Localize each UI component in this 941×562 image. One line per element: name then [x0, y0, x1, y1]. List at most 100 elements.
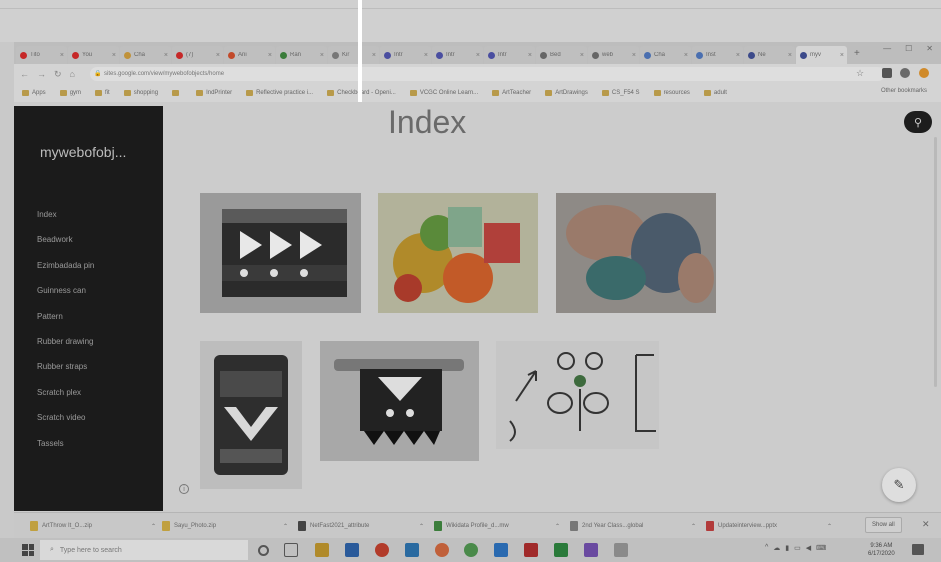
task-view-icon[interactable]: [284, 543, 298, 557]
minimize-icon[interactable]: —: [883, 44, 891, 53]
nav-item-tassels[interactable]: Tassels: [37, 439, 94, 464]
forward-icon[interactable]: →: [37, 69, 46, 79]
download-item[interactable]: Sayu_Photo.zip ⌃: [162, 518, 288, 534]
back-icon[interactable]: ←: [20, 69, 29, 79]
avatar[interactable]: [900, 68, 910, 78]
nav-item-index[interactable]: Index: [37, 210, 94, 235]
browser-tab[interactable]: Ne ×: [744, 46, 795, 64]
bookmark-item[interactable]: ArtTeacher: [492, 90, 531, 96]
show-all-button[interactable]: Show all: [865, 517, 902, 533]
colorful-beads-image[interactable]: [378, 193, 538, 313]
new-tab-icon[interactable]: +: [848, 48, 860, 59]
tab-close-icon[interactable]: ×: [268, 52, 275, 59]
network-icon[interactable]: ▮: [785, 544, 789, 552]
bookmark-item[interactable]: adult: [703, 90, 727, 96]
tab-close-icon[interactable]: ×: [60, 52, 67, 59]
download-item[interactable]: Wikidata Profile_d...mw ⌃: [434, 518, 560, 534]
bookmark-item[interactable]: Reflective practice i...: [246, 90, 313, 96]
info-icon[interactable]: i: [179, 484, 189, 494]
other-bookmarks[interactable]: Other bookmarks: [881, 88, 927, 94]
search-icon[interactable]: ⚲: [904, 111, 932, 133]
browser-tab[interactable]: Kir ×: [328, 46, 379, 64]
browser-tab[interactable]: Ani ×: [224, 46, 275, 64]
tab-close-icon[interactable]: ×: [164, 52, 171, 59]
bookmark-item[interactable]: gym: [59, 90, 81, 96]
tab-close-icon[interactable]: ×: [736, 52, 743, 59]
tab-close-icon[interactable]: ×: [372, 52, 379, 59]
taskbar-search-input[interactable]: ⌕ Type here to search: [40, 540, 248, 560]
excel-icon[interactable]: [554, 543, 568, 557]
star-icon[interactable]: ☆: [856, 68, 866, 78]
chrome-icon[interactable]: [464, 543, 478, 557]
bookmark-item[interactable]: resources: [653, 90, 690, 96]
tab-close-icon[interactable]: ×: [216, 52, 223, 59]
ezimbadada-pin-image[interactable]: [320, 341, 479, 461]
teams-icon[interactable]: [584, 543, 598, 557]
bookmark-item[interactable]: IndPrinter: [196, 90, 232, 96]
word-icon[interactable]: [345, 543, 359, 557]
app-icon[interactable]: [614, 543, 628, 557]
browser-tab[interactable]: Inst ×: [692, 46, 743, 64]
bookmark-item[interactable]: fit: [95, 90, 110, 96]
browser-tab[interactable]: Bed ×: [536, 46, 587, 64]
bookmark-item[interactable]: [172, 90, 182, 96]
chevron-up-icon[interactable]: ⌃: [691, 523, 696, 530]
file-explorer-icon[interactable]: [315, 543, 329, 557]
tab-close-icon[interactable]: ×: [112, 52, 119, 59]
tab-close-icon[interactable]: ×: [840, 52, 847, 59]
nav-item-beadwork[interactable]: Beadwork: [37, 235, 94, 260]
chevron-up-icon[interactable]: ⌃: [419, 523, 424, 530]
nav-item-guinness-can[interactable]: Guinness can: [37, 286, 94, 311]
guinness-can-image[interactable]: [200, 341, 302, 489]
extension-icon[interactable]: [882, 68, 892, 78]
bookmark-item[interactable]: ArtDrawings: [545, 90, 588, 96]
firefox-icon[interactable]: [435, 543, 449, 557]
browser-tab[interactable]: (7) ×: [172, 46, 223, 64]
notification-icon[interactable]: [912, 544, 924, 555]
tab-close-icon[interactable]: ×: [476, 52, 483, 59]
nav-item-scratch-plex[interactable]: Scratch plex: [37, 388, 94, 413]
download-item[interactable]: Updateinterview...pptx ⌃: [706, 518, 832, 534]
edit-pencil-icon[interactable]: ✎: [882, 468, 916, 502]
browser-tab[interactable]: Intr ×: [484, 46, 535, 64]
reload-icon[interactable]: ↻: [54, 69, 62, 80]
site-title[interactable]: mywebofobj...: [40, 144, 126, 160]
tab-close-icon[interactable]: ×: [528, 52, 535, 59]
edge-icon[interactable]: [494, 543, 508, 557]
browser-tab[interactable]: Intr ×: [380, 46, 431, 64]
browser-tab[interactable]: Tito ×: [16, 46, 67, 64]
nav-item-pattern[interactable]: Pattern: [37, 312, 94, 337]
chevron-up-icon[interactable]: ⌃: [283, 523, 288, 530]
tab-close-icon[interactable]: ×: [788, 52, 795, 59]
nav-item-scratch-video[interactable]: Scratch video: [37, 413, 94, 438]
chevron-up-icon[interactable]: ⌃: [555, 523, 560, 530]
chevron-up-icon[interactable]: ⌃: [151, 523, 156, 530]
browser-tab[interactable]: myv ×: [796, 46, 847, 64]
close-downloads-icon[interactable]: ✕: [922, 519, 930, 530]
acrobat-icon[interactable]: [524, 543, 538, 557]
url-input[interactable]: 🔒 sites.google.com/view/mywebofobjects/h…: [90, 67, 885, 81]
tab-close-icon[interactable]: ×: [424, 52, 431, 59]
keyboard-icon[interactable]: ⌨: [816, 544, 826, 552]
download-item[interactable]: 2nd Year Class...global ⌃: [570, 518, 696, 534]
tab-close-icon[interactable]: ×: [684, 52, 691, 59]
bookmark-item[interactable]: Apps: [22, 90, 46, 96]
rubber-drawing-image[interactable]: [496, 341, 659, 449]
close-icon[interactable]: ✕: [926, 44, 933, 53]
scrollbar[interactable]: [934, 137, 937, 387]
volume-icon[interactable]: ◀: [806, 544, 811, 552]
extension-badge-icon[interactable]: [919, 68, 929, 78]
bookmark-item[interactable]: VCGC Online Learn...: [409, 90, 478, 96]
tab-close-icon[interactable]: ×: [632, 52, 639, 59]
nav-item-rubber-drawing[interactable]: Rubber drawing: [37, 337, 94, 362]
bookmark-item[interactable]: shopping: [123, 90, 158, 96]
browser-tab[interactable]: Ran ×: [276, 46, 327, 64]
chevron-up-icon[interactable]: ⌃: [827, 523, 832, 530]
outlook-icon[interactable]: [405, 543, 419, 557]
taskbar-clock[interactable]: 9:36 AM 6/17/2020: [868, 542, 895, 558]
download-item[interactable]: ArtThrow It_O...zip ⌃: [30, 518, 156, 534]
maximize-icon[interactable]: ☐: [905, 44, 912, 53]
beading-hands-image[interactable]: [556, 193, 716, 313]
chevron-up-icon[interactable]: ^: [765, 544, 768, 552]
download-item[interactable]: NetFast2021_attribute ⌃: [298, 518, 424, 534]
